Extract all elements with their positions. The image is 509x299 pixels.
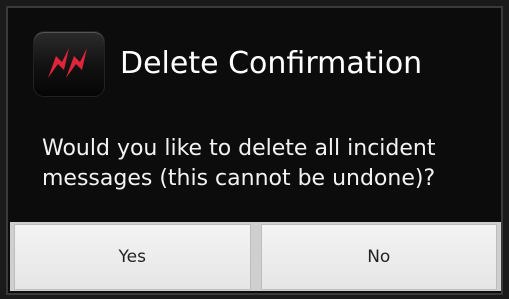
- dialog-header: Delete Confirmation: [8, 8, 501, 126]
- message-line-2: messages (this cannot be undone)?: [42, 166, 436, 191]
- dialog-message: Would you like to delete all incident me…: [42, 134, 482, 194]
- no-button[interactable]: No: [260, 224, 497, 290]
- incident-app-icon: [34, 32, 104, 96]
- message-line-1: Would you like to delete all incident: [42, 136, 436, 161]
- yes-button[interactable]: Yes: [14, 224, 251, 290]
- dialog-title: Delete Confirmation: [120, 46, 423, 81]
- dialog-button-bar: Yes No: [10, 222, 501, 291]
- delete-confirmation-dialog: Delete Confirmation Would you like to de…: [6, 6, 503, 295]
